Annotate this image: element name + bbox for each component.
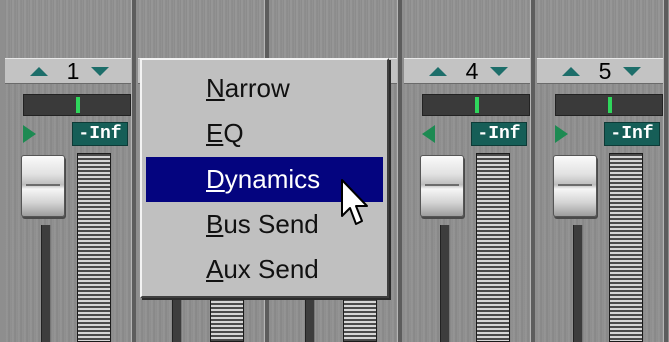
- level-meter: [609, 153, 643, 342]
- level-readout: -Inf: [471, 122, 527, 146]
- pan-indicator: [475, 97, 479, 113]
- channel-number: 1: [66, 58, 80, 84]
- strip-divider: [530, 0, 535, 342]
- fader-track[interactable]: [305, 298, 315, 342]
- menu-item-label: Bus Send: [206, 209, 319, 239]
- pan-slider[interactable]: [23, 94, 131, 116]
- fader-knob[interactable]: [21, 155, 65, 217]
- level-readout: -Inf: [72, 122, 128, 146]
- fader-track[interactable]: [41, 225, 51, 342]
- fader-notch: [26, 184, 60, 186]
- menu-item-narrow[interactable]: Narrow: [146, 66, 383, 111]
- fader-track[interactable]: [440, 225, 450, 342]
- channel-number-bar: 1: [5, 58, 136, 84]
- pan-slider[interactable]: [422, 94, 530, 116]
- play-right-icon[interactable]: [555, 125, 568, 143]
- strip-header-area: [537, 0, 668, 58]
- menu-item-label-rest: ynamics: [224, 164, 321, 194]
- pan-indicator: [608, 97, 612, 113]
- menu-item-label-rest: Q: [223, 118, 244, 148]
- channel-number: 4: [465, 58, 479, 84]
- down-arrow-icon[interactable]: [623, 67, 641, 76]
- up-arrow-icon[interactable]: [429, 67, 447, 76]
- channel-number-bar: 5: [537, 58, 668, 84]
- pan-indicator: [76, 97, 80, 113]
- strip-header-area: [271, 0, 402, 58]
- level-meter: [210, 298, 244, 342]
- fader-notch: [425, 184, 459, 186]
- menu-item-label: Aux Send: [206, 254, 319, 284]
- strip-divider: [397, 0, 402, 342]
- strip-divider: [663, 0, 668, 342]
- pan-slider[interactable]: [555, 94, 663, 116]
- menu-item-label-rest: arrow: [224, 73, 290, 103]
- menu-item-label: Dynamics: [206, 164, 321, 194]
- mouse-pointer-icon: [341, 179, 368, 225]
- strip-header-area: [5, 0, 136, 58]
- menu-item-label: EQ: [206, 118, 244, 148]
- menu-item-eq[interactable]: EQ: [146, 111, 383, 156]
- strip-header-area: [404, 0, 535, 58]
- level-readout: -Inf: [604, 122, 660, 146]
- play-right-icon[interactable]: [23, 125, 36, 143]
- fader-knob[interactable]: [420, 155, 464, 217]
- menu-item-label-rest: ux Send: [223, 254, 319, 284]
- fader-track[interactable]: [172, 298, 182, 342]
- down-arrow-icon[interactable]: [490, 67, 508, 76]
- up-arrow-icon[interactable]: [30, 67, 48, 76]
- channel-number-bar: 4: [404, 58, 535, 84]
- up-arrow-icon[interactable]: [562, 67, 580, 76]
- strip-divider: [131, 0, 136, 342]
- fader-track[interactable]: [573, 225, 583, 342]
- menu-item-aux-send[interactable]: Aux Send: [146, 247, 383, 292]
- down-arrow-icon[interactable]: [91, 67, 109, 76]
- level-meter: [77, 153, 111, 342]
- channel-number: 5: [598, 58, 612, 84]
- level-meter: [476, 153, 510, 342]
- menu-item-label-rest: us Send: [223, 209, 319, 239]
- fader-notch: [558, 184, 592, 186]
- strip-header-area: [138, 0, 269, 58]
- fader-knob[interactable]: [553, 155, 597, 217]
- play-left-icon[interactable]: [422, 125, 435, 143]
- level-meter: [343, 298, 377, 342]
- menu-item-label: Narrow: [206, 73, 290, 103]
